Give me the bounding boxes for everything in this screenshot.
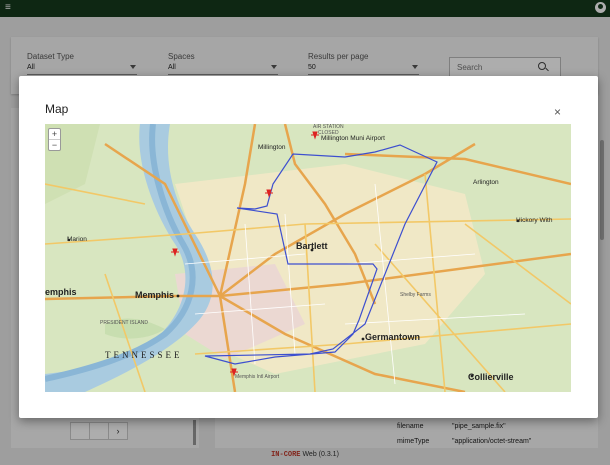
map-label-tennessee: TENNESSEE xyxy=(105,350,183,360)
map-label-millington: Millington xyxy=(258,144,286,151)
map-label-hickory: Hickory With xyxy=(516,217,553,224)
map-label-emphis: emphis xyxy=(45,287,77,297)
zoom-control: + − xyxy=(48,128,61,151)
dialog-title: Map xyxy=(45,102,69,116)
map-label-collierville: Collierville xyxy=(468,372,514,382)
map-label-memphis: Memphis xyxy=(135,290,175,300)
close-icon[interactable]: × xyxy=(554,106,561,118)
map-dialog: Map × + − AIR STATION CLOSED Millington … xyxy=(19,76,598,418)
map-label-bartlett: Bartlett xyxy=(296,241,328,251)
zoom-in-button[interactable]: + xyxy=(49,129,60,139)
map-label-president-island: PRESIDENT ISLAND xyxy=(100,320,148,326)
map-label-memphis-intl: Memphis Intl Airport xyxy=(235,374,280,380)
map-label-marion: Marion xyxy=(67,236,87,243)
map-view[interactable]: + − AIR STATION CLOSED Millington Muni A… xyxy=(45,124,571,392)
map-label-shelby: Shelby Farms xyxy=(400,292,431,298)
map-label-arlington: Arlington xyxy=(473,179,499,186)
map-label-germantown: Germantown xyxy=(365,332,421,342)
map-label-millington-airport: Millington Muni Airport xyxy=(321,135,385,142)
zoom-out-button[interactable]: − xyxy=(49,139,60,150)
